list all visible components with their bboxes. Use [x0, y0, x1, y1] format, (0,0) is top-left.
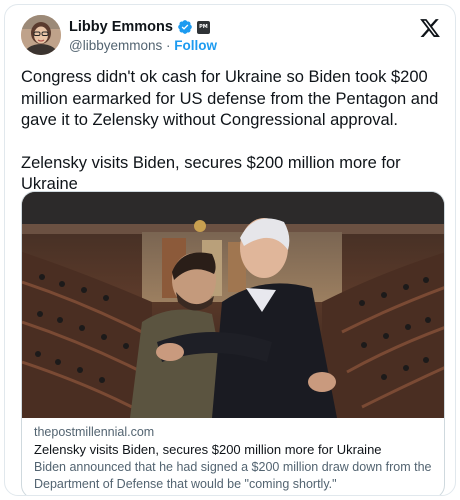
link-description: Biden announced that he had signed a $20…: [34, 460, 432, 491]
affiliation-badge: PM: [196, 20, 210, 34]
tweet-text: Congress didn't ok cash for Ukraine so B…: [21, 67, 441, 196]
author-handle[interactable]: @libbyemmons: [69, 38, 162, 53]
handle-line: @libbyemmons · Follow: [69, 38, 217, 53]
link-domain: thepostmillennial.com: [34, 425, 155, 439]
x-logo-icon[interactable]: [419, 17, 441, 39]
author-avatar[interactable]: [21, 15, 61, 55]
tweet-header: Libby Emmons PM @libbyemmons · Follow: [21, 15, 441, 59]
link-preview-card[interactable]: thepostmillennial.com Zelensky visits Bi…: [21, 191, 445, 495]
tweet-card: Libby Emmons PM @libbyemmons · Follow Co…: [4, 4, 456, 496]
follow-button[interactable]: Follow: [174, 38, 217, 53]
news-photo[interactable]: [22, 192, 445, 418]
link-title[interactable]: Zelensky visits Biden, secures $200 mill…: [34, 441, 438, 459]
author-display-name[interactable]: Libby Emmons: [69, 19, 173, 35]
separator-dot: ·: [166, 38, 171, 53]
tweet-paragraph-2: Zelensky visits Biden, secures $200 mill…: [21, 153, 401, 194]
verified-badge-icon: [178, 20, 192, 34]
tweet-paragraph-1: Congress didn't ok cash for Ukraine so B…: [21, 68, 439, 129]
link-meta: thepostmillennial.com Zelensky visits Bi…: [34, 424, 438, 493]
